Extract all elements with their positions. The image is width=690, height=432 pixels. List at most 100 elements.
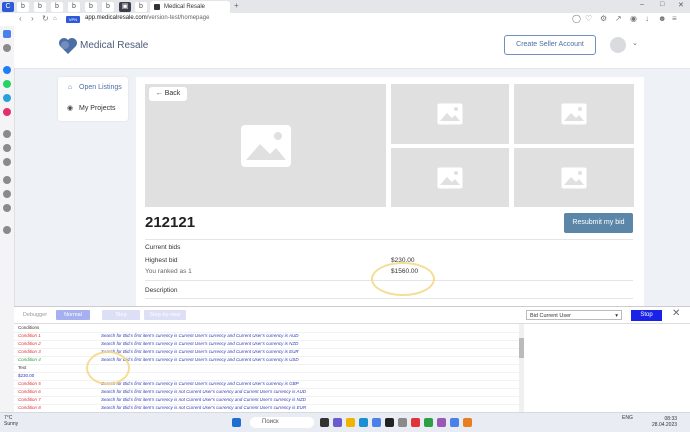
- clock-icon[interactable]: [3, 158, 11, 166]
- highlight-circle: [86, 351, 130, 385]
- log-row-label: Text: [18, 365, 27, 370]
- log-row-label: Condition 8: [18, 405, 41, 410]
- browser-tab-active[interactable]: Medical Resale: [150, 1, 230, 13]
- instagram-icon[interactable]: [3, 108, 11, 116]
- player-icon[interactable]: [3, 144, 11, 152]
- menu-icon[interactable]: ≡: [672, 14, 677, 23]
- tab-favicon-icon: [154, 4, 160, 10]
- app-icon[interactable]: [463, 418, 472, 427]
- weather-widget[interactable]: 7°C Sunny: [4, 415, 18, 427]
- screenshot-icon[interactable]: ◯: [572, 14, 581, 23]
- back-nav-icon[interactable]: ‹: [19, 14, 22, 23]
- workspace-icon[interactable]: [3, 30, 11, 38]
- debugger-title: Debugger: [22, 312, 48, 318]
- projects-icon: ◉: [66, 105, 74, 112]
- history-icon[interactable]: [3, 130, 11, 138]
- main-image-placeholder[interactable]: [145, 84, 386, 207]
- app-icon[interactable]: [424, 418, 433, 427]
- browser-tab[interactable]: b: [51, 2, 63, 12]
- browser-tab[interactable]: b: [135, 2, 147, 12]
- extensions-icon[interactable]: ⚙: [600, 14, 607, 23]
- image-placeholder-icon: [561, 167, 587, 188]
- clock[interactable]: 08:33 28.04.2023: [652, 416, 677, 428]
- browser-tab[interactable]: b: [68, 2, 80, 12]
- app-icon[interactable]: [398, 418, 407, 427]
- back-button[interactable]: ← Back: [149, 87, 187, 101]
- app-icon[interactable]: [450, 418, 459, 427]
- menu-item-my-projects[interactable]: ◉ My Projects: [66, 104, 116, 112]
- bookmark-icon[interactable]: ♡: [585, 14, 592, 23]
- close-icon[interactable]: ✕: [672, 308, 680, 319]
- browser-tab-strip: C b b b b b b ▣ b Medical Resale + – □ ✕: [0, 0, 690, 13]
- address-bar: ‹ › ↻ ⌂ VPN app.medicalresale.com/versio…: [0, 13, 690, 27]
- thumbnail-placeholder[interactable]: [514, 148, 634, 207]
- mode-step-by-step-button[interactable]: Step-by-step: [144, 310, 186, 320]
- download-icon[interactable]: ↓: [645, 14, 649, 23]
- share-icon[interactable]: ↗: [615, 14, 622, 23]
- vpn-badge[interactable]: VPN: [66, 16, 80, 23]
- whatsapp-icon[interactable]: [3, 80, 11, 88]
- log-row-expression: Search for Bid:s first item's currency i…: [101, 341, 299, 346]
- element-inspector-select[interactable]: Bid Current User ▾: [526, 310, 622, 320]
- minimize-icon[interactable]: –: [640, 1, 644, 8]
- weather-desc: Sunny: [4, 421, 19, 427]
- timer-icon[interactable]: [3, 190, 11, 198]
- browser-tab[interactable]: b: [17, 2, 29, 12]
- stop-button[interactable]: Stop: [631, 310, 662, 321]
- logo-heart-icon[interactable]: [58, 37, 78, 55]
- mode-step-button[interactable]: Step: [102, 310, 140, 320]
- profile-icon[interactable]: ☻: [658, 14, 666, 23]
- maximize-icon[interactable]: □: [660, 1, 664, 8]
- log-row-label: Condition 5: [18, 381, 41, 386]
- language-indicator[interactable]: ENG: [622, 415, 633, 421]
- rank-label: You ranked as 1: [145, 268, 192, 275]
- log-row-expression: Search for Bid:s first item's currency i…: [101, 405, 307, 410]
- logo-text[interactable]: Medical Resale: [80, 40, 148, 51]
- telegram-icon[interactable]: [3, 94, 11, 102]
- opera-icon[interactable]: [411, 418, 420, 427]
- resubmit-bid-button[interactable]: Resubmit my bid: [564, 213, 633, 233]
- log-row-expression: Search for Bid:s first item's currency i…: [101, 389, 306, 394]
- avatar[interactable]: [610, 37, 626, 53]
- star-icon[interactable]: [3, 44, 11, 52]
- chevron-down-icon: ▾: [615, 313, 618, 319]
- forward-nav-icon[interactable]: ›: [31, 14, 34, 23]
- messenger-icon[interactable]: [3, 66, 11, 74]
- new-tab-icon[interactable]: +: [234, 1, 239, 10]
- browser-tab[interactable]: b: [102, 2, 114, 12]
- highest-bid-label: Highest bid: [145, 257, 178, 264]
- browser-menu-icon[interactable]: C: [2, 2, 14, 12]
- browser-tab-icon[interactable]: ▣: [119, 2, 131, 12]
- thumbnail-placeholder[interactable]: [514, 84, 634, 144]
- divider: [145, 239, 633, 240]
- settings-icon[interactable]: [3, 204, 11, 212]
- image-placeholder-icon: [240, 124, 291, 167]
- log-row-label: Condition 6: [18, 389, 41, 394]
- heart-icon[interactable]: [3, 176, 11, 184]
- url-field[interactable]: app.medicalresale.com/version-test/homep…: [85, 15, 209, 21]
- app-icon[interactable]: [437, 418, 446, 427]
- home-icon[interactable]: ⌂: [53, 16, 57, 22]
- start-icon[interactable]: [232, 418, 241, 427]
- debugger-scrollbar[interactable]: [519, 324, 524, 413]
- thumbnail-placeholder[interactable]: [391, 84, 509, 144]
- thumbnail-placeholder[interactable]: [391, 148, 509, 207]
- taskbar-search[interactable]: Поиск: [250, 417, 314, 428]
- browser-tab[interactable]: b: [85, 2, 97, 12]
- close-window-icon[interactable]: ✕: [678, 1, 684, 9]
- app-icon[interactable]: [385, 418, 394, 427]
- create-seller-account-button[interactable]: Create Seller Account: [504, 35, 596, 55]
- edge-icon[interactable]: [359, 418, 368, 427]
- task-view-icon[interactable]: [320, 418, 329, 427]
- vpn-icon[interactable]: ◉: [630, 14, 637, 23]
- browser-tab[interactable]: b: [34, 2, 46, 12]
- pin-icon[interactable]: [3, 226, 11, 234]
- store-icon[interactable]: [372, 418, 381, 427]
- reload-icon[interactable]: ↻: [42, 14, 49, 23]
- mode-normal-button[interactable]: Normal: [56, 310, 90, 320]
- file-explorer-icon[interactable]: [346, 418, 355, 427]
- chevron-down-icon[interactable]: ⌄: [632, 39, 638, 47]
- scrollbar-thumb[interactable]: [519, 338, 524, 358]
- chat-icon[interactable]: [333, 418, 342, 427]
- menu-item-open-listings[interactable]: ⌂ Open Listings: [66, 84, 122, 91]
